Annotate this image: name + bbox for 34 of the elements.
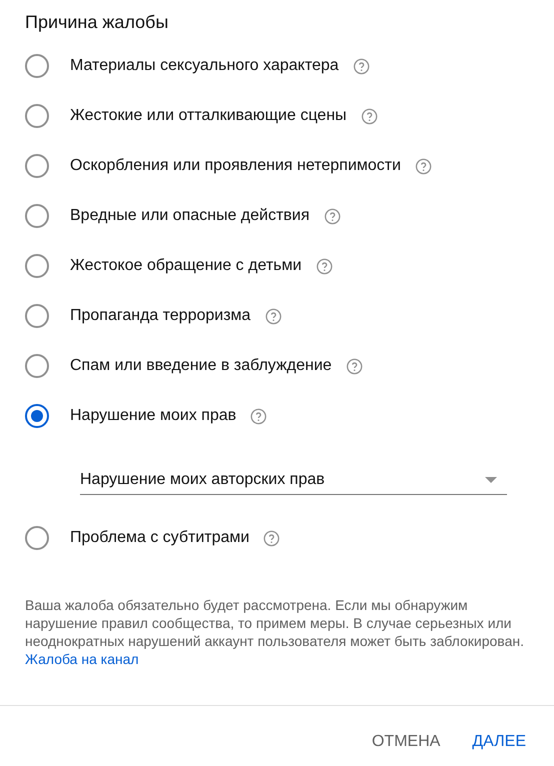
radio-button[interactable] [25,104,49,128]
dropdown-caret-icon [485,476,497,482]
radio-button[interactable] [25,54,49,78]
report-channel-link[interactable]: Жалоба на канал [25,651,139,667]
help-icon[interactable] [250,408,268,424]
radio-button[interactable] [25,204,49,228]
help-icon[interactable] [360,108,378,124]
radio-button[interactable] [25,254,49,278]
cancel-button[interactable]: ОТМЕНА [360,722,452,762]
option-label[interactable]: Жестокие или отталкивающие сцены [70,107,347,125]
option-label[interactable]: Нарушение моих прав [70,407,236,425]
help-icon[interactable] [352,58,370,74]
radio-button[interactable] [25,154,49,178]
option-label[interactable]: Спам или введение в заблуждение [70,357,332,375]
help-icon[interactable] [414,158,432,174]
next-button[interactable]: ДАЛЕЕ [460,722,538,762]
option-label[interactable]: Пропаганда терроризма [70,307,251,325]
option-label[interactable]: Оскорбления или проявления нетерпимости [70,157,401,175]
radio-button[interactable] [25,526,49,550]
radio-button[interactable] [25,404,49,428]
option-label[interactable]: Материалы сексуального характера [70,57,339,75]
help-icon[interactable] [346,358,363,374]
help-icon[interactable] [324,208,341,224]
dialog-title: Причина жалобы [24,11,168,34]
radio-button[interactable] [25,304,49,328]
radio-button[interactable] [25,354,49,378]
help-icon[interactable] [316,258,333,274]
dropdown-select[interactable]: Нарушение моих авторских прав [80,465,507,495]
help-icon[interactable] [264,308,282,324]
option-label[interactable]: Проблема с субтитрами [70,529,250,547]
option-label[interactable]: Вредные или опасные действия [70,207,310,225]
help-icon[interactable] [263,530,280,546]
option-label[interactable]: Жестокое обращение с детьми [70,257,302,275]
notice-text: Ваша жалоба обязательно будет рассмотрена. Если мы обнаружим нарушение правил сообщества, то примем меры. В случае серьезных или неоднократных нарушений аккаунт пользователя может быть заблокирован. Жалоба на канал [25,596,525,668]
